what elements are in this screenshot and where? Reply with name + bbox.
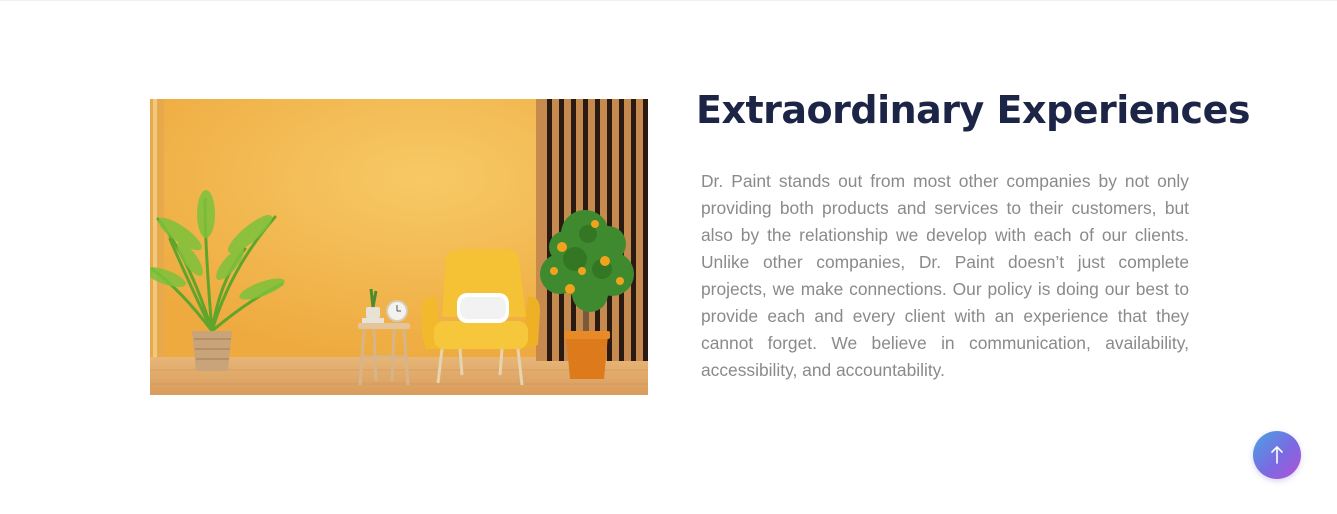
header-divider — [0, 0, 1337, 1]
section-paragraph: Dr. Paint stands out from most other com… — [701, 171, 1189, 380]
room-photo — [150, 99, 648, 395]
section-heading: Extraordinary Experiences — [696, 88, 1250, 132]
arrow-up-icon — [1271, 446, 1283, 464]
scroll-to-top-button[interactable] — [1253, 431, 1301, 479]
